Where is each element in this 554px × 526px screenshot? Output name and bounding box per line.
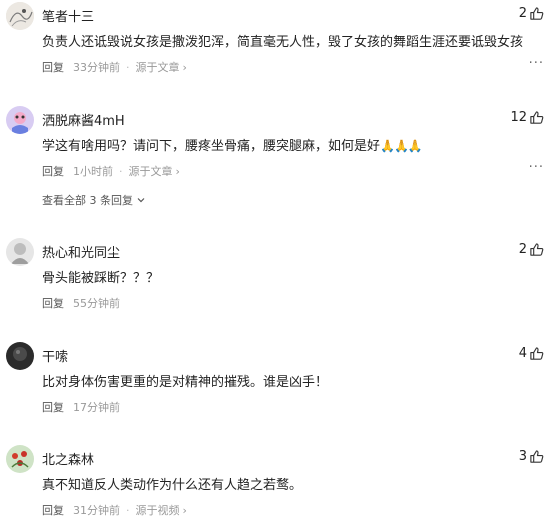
comment-meta: 回复 31分钟前 · 源于视频 › — [42, 502, 187, 518]
avatar[interactable] — [6, 445, 34, 473]
source-link[interactable]: 源于文章 — [136, 59, 180, 75]
more-options-button[interactable]: ··· — [529, 56, 544, 71]
avatar-image-icon — [6, 445, 34, 473]
comment-text: 真不知道反人类动作为什么还有人趋之若鹜。 — [42, 478, 303, 493]
username[interactable]: 干嗦 — [42, 346, 68, 365]
timestamp: 55分钟前 — [73, 297, 120, 310]
chevron-down-icon — [137, 198, 145, 203]
thumbs-up-icon — [530, 243, 544, 256]
thumbs-up-icon — [530, 7, 544, 20]
source-link[interactable]: 源于视频 — [136, 502, 180, 518]
timestamp: 33分钟前 — [73, 61, 120, 74]
comment-meta: 回复 33分钟前 · 源于文章 › — [42, 59, 187, 75]
comment-text-body: 学这有啥用吗？请问下，腰疼坐骨痛，腰突腿麻，如何是好 — [42, 139, 381, 154]
avatar-image-icon — [6, 106, 34, 134]
comment-text: 比对身体伤害更重的是对精神的摧残。谁是凶手！ — [42, 375, 329, 390]
timestamp: 1小时前 — [73, 165, 113, 178]
avatar-image-icon — [6, 2, 34, 30]
comment-text: 负责人还诋毁说女孩是撒泼犯浑，简直毫无人性，毁了女孩的舞蹈生涯还要诋毁女孩 — [42, 35, 524, 50]
username[interactable]: 笔者十三 — [42, 6, 94, 25]
like-button[interactable]: 4 — [519, 346, 544, 361]
praying-hands-emoji-icon: 🙏🙏🙏 — [380, 139, 423, 153]
reply-button[interactable]: 回复 — [42, 399, 64, 415]
comment-meta: 回复 1小时前 · 源于文章 › — [42, 163, 180, 179]
avatar[interactable] — [6, 106, 34, 134]
reply-button[interactable]: 回复 — [42, 163, 64, 179]
like-count: 4 — [518, 346, 527, 361]
like-button[interactable]: 3 — [519, 449, 544, 464]
username[interactable]: 北之森林 — [42, 449, 94, 468]
separator: · — [119, 164, 123, 178]
more-options-button[interactable]: ··· — [529, 160, 544, 175]
chevron-right-icon: › — [175, 164, 180, 178]
username[interactable]: 洒脱麻酱4mH — [42, 110, 125, 129]
timestamp: 31分钟前 — [73, 504, 120, 517]
comment-text: 学这有啥用吗？请问下，腰疼坐骨痛，腰突腿麻，如何是好🙏🙏🙏 — [42, 135, 423, 154]
like-count: 12 — [510, 110, 527, 125]
chevron-right-icon: › — [182, 60, 187, 74]
separator: · — [126, 503, 130, 517]
like-count: 3 — [518, 449, 527, 464]
reply-button[interactable]: 回复 — [42, 502, 64, 518]
comment-meta: 回复 17分钟前 — [42, 399, 126, 415]
view-all-replies-button[interactable]: 查看全部 3 条回复 — [42, 192, 146, 208]
thumbs-up-icon — [530, 111, 544, 124]
like-button[interactable]: 2 — [519, 242, 544, 257]
view-all-replies-label: 查看全部 3 条回复 — [42, 194, 133, 207]
chevron-right-icon: › — [182, 503, 187, 517]
comment-text: 骨头能被踩断？？？ — [42, 271, 160, 286]
separator: · — [126, 60, 130, 74]
thumbs-up-icon — [530, 347, 544, 360]
like-button[interactable]: 2 — [519, 6, 544, 21]
avatar[interactable] — [6, 2, 34, 30]
like-button[interactable]: 12 — [510, 110, 544, 125]
avatar-image-icon — [6, 238, 34, 266]
like-count: 2 — [518, 242, 527, 257]
avatar[interactable] — [6, 342, 34, 370]
like-count: 2 — [518, 6, 527, 21]
source-link[interactable]: 源于文章 — [129, 163, 173, 179]
username[interactable]: 热心和光同尘 — [42, 242, 120, 261]
avatar-image-icon — [6, 342, 34, 370]
reply-button[interactable]: 回复 — [42, 295, 64, 311]
reply-button[interactable]: 回复 — [42, 59, 64, 75]
timestamp: 17分钟前 — [73, 401, 120, 414]
thumbs-up-icon — [530, 450, 544, 463]
comment-meta: 回复 55分钟前 — [42, 295, 126, 311]
avatar[interactable] — [6, 238, 34, 266]
